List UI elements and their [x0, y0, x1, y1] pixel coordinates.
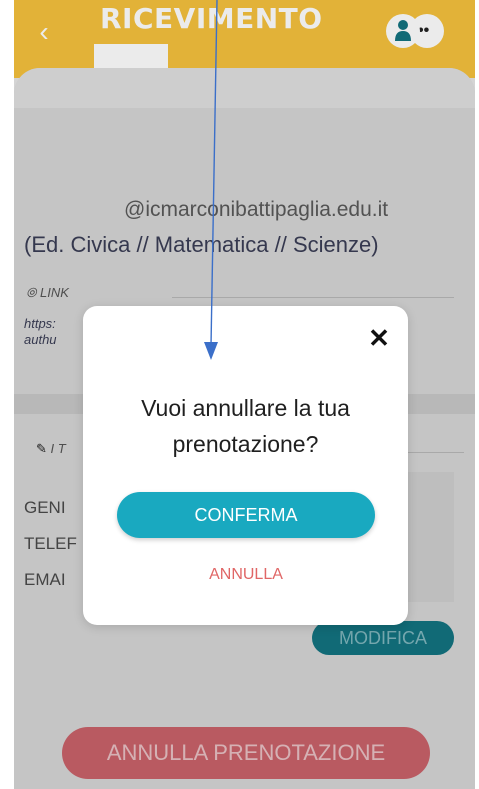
close-button[interactable]: ✕	[365, 324, 393, 352]
confirm-button[interactable]: CONFERMA	[117, 492, 375, 538]
dialog-question: Vuoi annullare la tua prenotazione?	[141, 395, 350, 457]
close-icon: ✕	[368, 323, 390, 353]
annotation-arrow	[204, 0, 218, 360]
confirm-dialog: ✕ Vuoi annullare la tua prenotazione? CO…	[83, 306, 408, 625]
cancel-button[interactable]: ANNULLA	[183, 566, 309, 584]
